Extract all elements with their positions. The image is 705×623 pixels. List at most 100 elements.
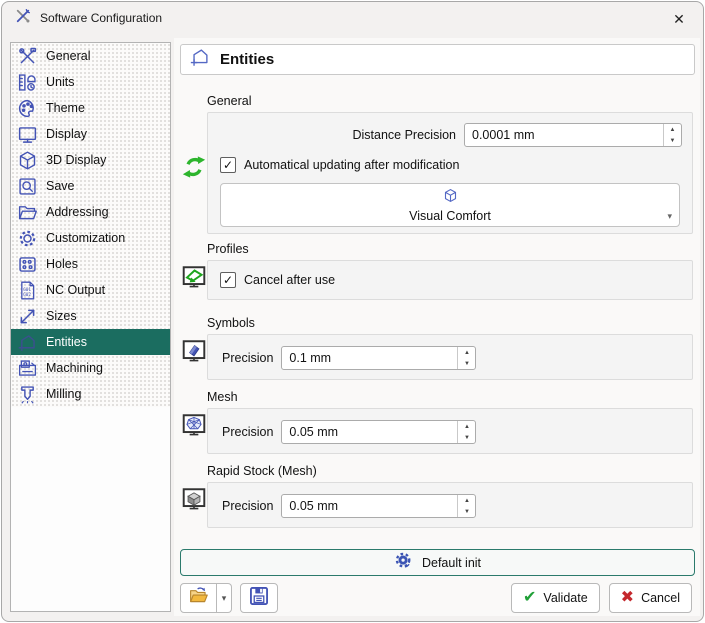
distance-precision-label: Distance Precision [352, 128, 456, 142]
sidebar-item-label: Sizes [46, 309, 77, 323]
sidebar-item-label: 3D Display [46, 153, 106, 167]
svg-text:G02: G02 [23, 292, 31, 298]
sidebar-item-general[interactable]: General [11, 43, 170, 69]
sidebar-item-sizes[interactable]: Sizes [11, 303, 170, 329]
sidebar-item-units[interactable]: Units [11, 69, 170, 95]
symbols-precision-label: Precision [222, 351, 273, 365]
page-title: Entities [220, 51, 274, 68]
sidebar-item-label: Addressing [46, 205, 109, 219]
cancel-label: Cancel [641, 591, 680, 605]
sidebar-item-machining[interactable]: Machining [11, 355, 170, 381]
spin-up-icon[interactable]: ▲ [458, 347, 475, 358]
entities-sketch-icon [15, 330, 39, 354]
cancel-after-use-checkbox[interactable]: ✓ [220, 272, 236, 288]
visual-comfort-dropdown[interactable]: Visual Comfort ▾ [220, 183, 680, 227]
spin-down-icon[interactable]: ▼ [458, 506, 475, 517]
symbols-section-label: Symbols [207, 316, 255, 330]
sidebar-item-display[interactable]: Display [11, 121, 170, 147]
theme-palette-icon [15, 96, 39, 120]
rapid-stock-precision-value[interactable]: 0.05 mm [282, 495, 457, 517]
default-init-button[interactable]: Default init [180, 549, 695, 576]
mesh-triangles-icon [181, 412, 207, 438]
sidebar-item-save[interactable]: Save [11, 173, 170, 199]
gear-icon [15, 226, 39, 250]
spin-buttons: ▲ ▼ [663, 124, 681, 146]
sidebar-item-label: Save [46, 179, 75, 193]
close-button[interactable]: ✕ [669, 9, 689, 29]
distance-precision-spinbox[interactable]: 0.0001 mm ▲ ▼ [464, 123, 682, 147]
symbols-prism-icon [181, 338, 207, 364]
spin-up-icon[interactable]: ▲ [458, 495, 475, 506]
sidebar-item-3d-display[interactable]: 3D Display [11, 147, 170, 173]
folder-open-icon [15, 200, 39, 224]
rapid-stock-precision-spinbox[interactable]: 0.05 mm ▲ ▼ [281, 494, 476, 518]
distance-precision-value[interactable]: 0.0001 mm [465, 124, 663, 146]
symbols-precision-spinbox[interactable]: 0.1 mm ▲ ▼ [281, 346, 476, 370]
cancel-x-icon: ✖ [621, 590, 634, 606]
entities-header-icon [189, 46, 211, 73]
svg-text:G01: G01 [23, 286, 31, 292]
sidebar-item-label: General [46, 49, 90, 63]
titlebar: Software Configuration [2, 2, 703, 34]
validate-check-icon: ✔ [523, 590, 536, 606]
display-monitor-icon [15, 122, 39, 146]
spin-up-icon[interactable]: ▲ [458, 421, 475, 432]
spin-buttons: ▲ ▼ [457, 495, 475, 517]
dialog-actions: ✔ Validate ✖ Cancel [511, 583, 692, 613]
units-ruler-icon [15, 70, 39, 94]
cancel-button[interactable]: ✖ Cancel [609, 583, 692, 613]
mesh-precision-value[interactable]: 0.05 mm [282, 421, 457, 443]
general-group-box: Distance Precision 0.0001 mm ▲ ▼ ✓ Autom… [207, 112, 693, 234]
save-config-button[interactable] [240, 583, 278, 613]
open-config-dropdown-button[interactable]: ▾ [217, 583, 232, 613]
sync-arrows-icon [181, 154, 207, 180]
cube-icon [443, 188, 458, 208]
sidebar-item-label: Machining [46, 361, 103, 375]
sidebar-item-label: NC Output [46, 283, 105, 297]
sidebar-item-theme[interactable]: Theme [11, 95, 170, 121]
mesh-section-label: Mesh [207, 390, 238, 404]
auto-update-row: ✓ Automatical updating after modificatio… [220, 157, 459, 173]
rapid-stock-precision-row: Precision 0.05 mm ▲ ▼ [222, 494, 476, 518]
gear-refresh-icon [394, 551, 414, 574]
validate-button[interactable]: ✔ Validate [511, 583, 600, 613]
checkmark-icon: ✓ [223, 159, 233, 171]
mesh-precision-label: Precision [222, 425, 273, 439]
spin-buttons: ▲ ▼ [457, 347, 475, 369]
spin-up-icon[interactable]: ▲ [664, 124, 681, 135]
spin-down-icon[interactable]: ▼ [458, 358, 475, 369]
mesh-precision-spinbox[interactable]: 0.05 mm ▲ ▼ [281, 420, 476, 444]
category-sidebar: General Units [10, 42, 171, 612]
sidebar-item-entities[interactable]: Entities [11, 329, 170, 355]
cancel-after-use-row: ✓ Cancel after use [220, 272, 335, 288]
gcode-document-icon: G01 G02 [15, 278, 39, 302]
sidebar-item-label: Milling [46, 387, 81, 401]
rapid-stock-section-label: Rapid Stock (Mesh) [207, 464, 317, 478]
sidebar-item-milling[interactable]: Milling [11, 381, 170, 407]
category-list: General Units [11, 43, 170, 407]
general-section-label: General [207, 94, 251, 108]
default-init-label: Default init [422, 556, 481, 570]
chevron-down-icon: ▾ [667, 212, 672, 221]
spin-down-icon[interactable]: ▼ [458, 432, 475, 443]
mesh-group-box: Precision 0.05 mm ▲ ▼ [207, 408, 693, 454]
rapid-stock-precision-label: Precision [222, 499, 273, 513]
open-config-button[interactable] [180, 583, 217, 613]
holes-plate-icon [15, 252, 39, 276]
window-title: Software Configuration [40, 11, 162, 25]
sidebar-item-customization[interactable]: Customization [11, 225, 170, 251]
chevron-down-icon: ▾ [222, 593, 227, 604]
auto-update-checkbox[interactable]: ✓ [220, 157, 236, 173]
auto-update-label: Automatical updating after modification [244, 158, 459, 172]
symbols-precision-value[interactable]: 0.1 mm [282, 347, 457, 369]
dimension-arrow-icon [15, 304, 39, 328]
sidebar-item-nc-output[interactable]: G01 G02 NC Output [11, 277, 170, 303]
page-header: Entities [180, 44, 695, 75]
general-tools-icon [15, 44, 39, 68]
folder-open-icon [187, 585, 210, 611]
spin-down-icon[interactable]: ▼ [664, 135, 681, 146]
sidebar-item-addressing[interactable]: Addressing [11, 199, 170, 225]
sidebar-item-label: Customization [46, 231, 125, 245]
cube-3d-icon [15, 148, 39, 172]
sidebar-item-holes[interactable]: Holes [11, 251, 170, 277]
